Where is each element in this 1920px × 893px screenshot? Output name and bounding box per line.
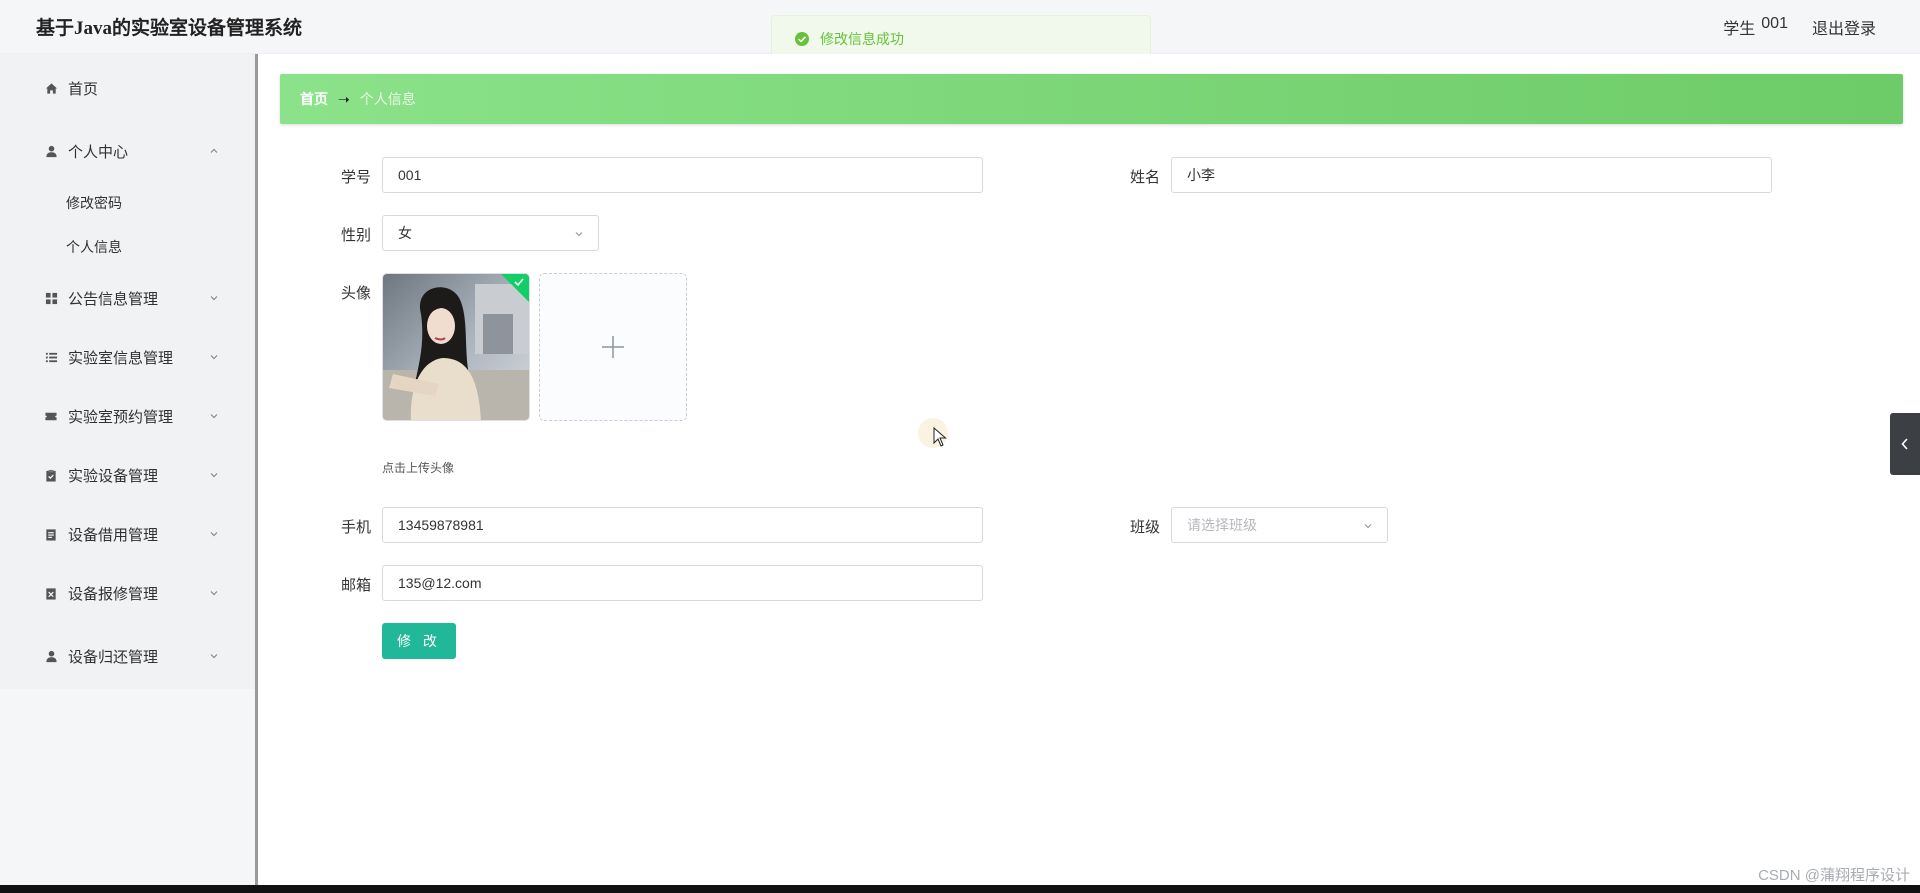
user-icon: [44, 145, 58, 159]
sidebar: 首页 个人中心 修改密码 个人信息 公告信息管理 实验室信息管理 实验室预约管理…: [0, 54, 258, 893]
avatar-upload-hint: 点击上传头像: [382, 461, 455, 475]
repair-doc-icon: [44, 587, 58, 601]
gender-label: 性别: [341, 227, 372, 244]
grid-icon: [44, 292, 58, 306]
sidebar-item-lab-info-management[interactable]: 实验室信息管理: [8, 328, 245, 387]
plus-icon: [602, 336, 624, 358]
class-label: 班级: [1130, 519, 1161, 536]
sidebar-item-lab-equipment-management[interactable]: 实验设备管理: [8, 446, 245, 505]
chevron-down-icon: [210, 532, 218, 537]
chevron-down-icon: [210, 414, 218, 419]
user-name: 001: [1761, 15, 1788, 32]
sidebar-item-label: 设备报修管理: [68, 586, 159, 603]
sidebar-subitem-label: 个人信息: [66, 239, 122, 255]
gender-select[interactable]: 女: [382, 215, 599, 251]
sidebar-item-equipment-borrow-management[interactable]: 设备借用管理: [8, 505, 245, 564]
sidebar-item-home[interactable]: 首页: [8, 54, 245, 122]
toast-message: 修改信息成功: [820, 31, 904, 47]
name-input[interactable]: 小李: [1171, 157, 1772, 193]
logout-link[interactable]: 退出登录: [1812, 15, 1876, 39]
sidebar-item-equipment-repair-management[interactable]: 设备报修管理: [8, 564, 245, 623]
sidebar-menu: 首页 个人中心 修改密码 个人信息 公告信息管理 实验室信息管理 实验室预约管理…: [0, 54, 255, 689]
app-title: 基于Java的实验室设备管理系统: [36, 18, 303, 39]
user-icon: [44, 649, 58, 663]
sidebar-item-label: 个人中心: [68, 144, 129, 161]
ticket-icon: [44, 410, 58, 424]
avatar-label: 头像: [341, 285, 372, 302]
breadcrumb-current: 个人信息: [359, 91, 416, 107]
main-content: 首页 ➝ 个人信息 学号 001 姓名 小李 性别 女 头像 点击上传头像 手机…: [261, 54, 1920, 893]
sidebar-item-label: 首页: [68, 80, 99, 98]
sidebar-item-label: 实验室预约管理: [68, 409, 174, 426]
sidebar-item-equipment-return-management[interactable]: 设备归还管理: [8, 623, 245, 689]
breadcrumb-home[interactable]: 首页: [300, 89, 328, 109]
student-id-label: 学号: [341, 169, 372, 186]
sidebar-subitem-change-password[interactable]: 修改密码: [8, 181, 245, 225]
submit-button[interactable]: 修 改: [382, 623, 456, 659]
chevron-down-icon: [210, 355, 218, 360]
chevron-down-icon: [210, 654, 218, 659]
sidebar-subitem-personal-info[interactable]: 个人信息: [8, 225, 245, 269]
class-placeholder: 请选择班级: [1187, 517, 1257, 533]
document-icon: [44, 528, 58, 542]
home-icon: [44, 81, 58, 95]
check-circle-icon: [794, 31, 810, 47]
sidebar-item-notice-management[interactable]: 公告信息管理: [8, 269, 245, 328]
sidebar-item-label: 设备借用管理: [68, 527, 159, 544]
side-panel-toggle[interactable]: [1890, 413, 1920, 475]
sidebar-item-personal-center[interactable]: 个人中心: [8, 122, 245, 181]
chevron-down-icon: [575, 232, 583, 237]
sidebar-item-label: 公告信息管理: [68, 291, 159, 308]
sidebar-item-lab-reservation-management[interactable]: 实验室预约管理: [8, 387, 245, 446]
chevron-down-icon: [210, 473, 218, 478]
mouse-cursor-icon: [933, 427, 947, 447]
sidebar-item-label: 实验设备管理: [68, 468, 159, 485]
sidebar-item-label: 设备归还管理: [68, 648, 159, 666]
phone-label: 手机: [341, 519, 372, 536]
phone-input[interactable]: 13459878981: [382, 507, 983, 543]
email-label: 邮箱: [341, 577, 372, 594]
current-user: 学生 001: [1723, 15, 1788, 39]
chevron-left-icon: [1901, 438, 1908, 450]
taskbar-strip: [0, 885, 1920, 893]
sidebar-item-label: 实验室信息管理: [68, 350, 174, 367]
sidebar-subitem-label: 修改密码: [66, 195, 122, 211]
breadcrumb: 首页 ➝ 个人信息: [280, 74, 1903, 124]
uploaded-check-icon: [501, 274, 529, 302]
email-input[interactable]: 135@12.com: [382, 565, 983, 601]
chevron-down-icon: [210, 296, 218, 301]
gender-value: 女: [398, 225, 412, 241]
header-user-area: 学生 001 退出登录: [1723, 15, 1876, 39]
student-id-input[interactable]: 001: [382, 157, 983, 193]
breadcrumb-arrow-icon: ➝: [338, 90, 350, 107]
clipboard-icon: [44, 469, 58, 483]
chevron-down-icon: [1364, 524, 1372, 529]
chevron-down-icon: [210, 591, 218, 596]
avatar-upload-button[interactable]: [539, 273, 687, 421]
avatar-preview[interactable]: [382, 273, 530, 421]
class-select[interactable]: 请选择班级: [1171, 507, 1388, 543]
list-icon: [44, 351, 58, 365]
name-label: 姓名: [1130, 169, 1161, 186]
watermark: CSDN @蒲翔程序设计: [1758, 867, 1910, 884]
user-role: 学生: [1723, 21, 1756, 38]
chevron-up-icon: [210, 148, 218, 153]
